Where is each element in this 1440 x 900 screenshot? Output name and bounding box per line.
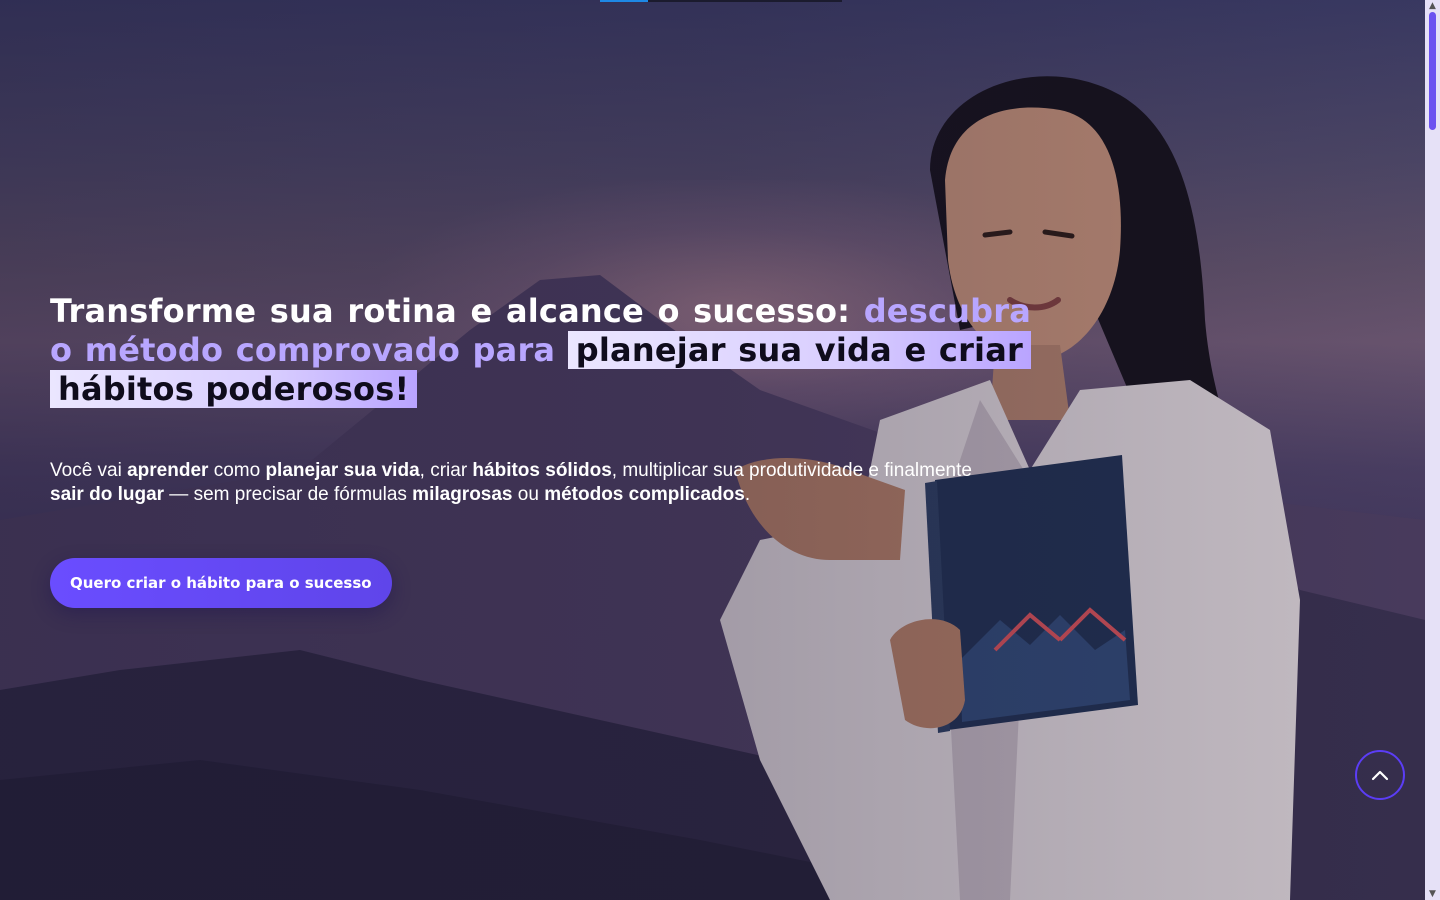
page-scrollbar[interactable]: ▲ ▼ <box>1425 0 1440 900</box>
subtitle-text: — sem precisar de fórmulas <box>164 484 413 505</box>
hero-subtitle: Você vai aprender como planejar sua vida… <box>50 459 1010 507</box>
subtitle-text: Você vai <box>50 460 128 481</box>
scrollbar-thumb[interactable] <box>1429 12 1436 130</box>
subtitle-text: como <box>208 460 266 481</box>
subtitle-emphasis: aprender <box>127 460 209 481</box>
chevron-up-icon <box>1371 770 1389 781</box>
subtitle-text: . <box>744 484 751 505</box>
top-progress-bar <box>600 0 842 2</box>
scroll-up-icon[interactable]: ▲ <box>1425 0 1440 12</box>
subtitle-emphasis: milagrosas <box>412 484 513 505</box>
back-to-top-button[interactable] <box>1355 750 1405 800</box>
headline-part1: Transforme sua rotina e alcance o sucess… <box>50 292 864 330</box>
subtitle-emphasis: planejar sua vida <box>265 460 420 481</box>
hero-section: Transforme sua rotina e alcance o sucess… <box>0 0 1425 900</box>
hero-content: Transforme sua rotina e alcance o sucess… <box>50 292 1031 507</box>
hero-headline: Transforme sua rotina e alcance o sucess… <box>50 292 1031 409</box>
subtitle-emphasis: hábitos sólidos <box>472 460 612 481</box>
subtitle-text: , criar <box>419 460 473 481</box>
cta-button[interactable]: Quero criar o hábito para o sucesso <box>50 558 392 608</box>
subtitle-emphasis: métodos complicados <box>544 484 745 505</box>
scroll-down-icon[interactable]: ▼ <box>1425 888 1440 900</box>
subtitle-emphasis: sair do lugar <box>50 484 165 505</box>
subtitle-text: , multiplicar sua produtividade e finalm… <box>611 460 972 481</box>
subtitle-text: ou <box>512 484 545 505</box>
